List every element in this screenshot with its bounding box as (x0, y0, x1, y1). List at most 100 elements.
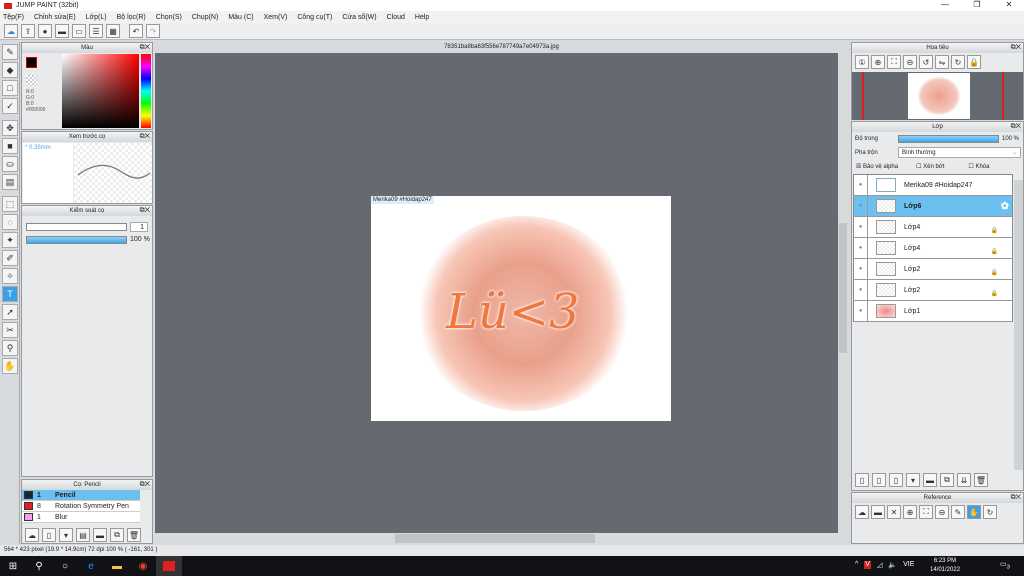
eyedropper-tool-icon[interactable]: ⚲ (2, 340, 18, 356)
new-brush-icon[interactable]: ▯ (42, 528, 56, 542)
protect-alpha-checkbox[interactable]: ☒ Bảo vệ alpha (856, 163, 898, 170)
maximize-button[interactable]: ❐ (962, 0, 992, 9)
rotate-left-icon[interactable]: ↺ (919, 55, 933, 69)
rotate-icon[interactable]: ↻ (983, 505, 997, 519)
merge-layer-icon[interactable]: ⇊ (957, 473, 971, 487)
antivirus-icon[interactable]: V (864, 561, 871, 569)
trash-icon[interactable]: 🗑 (974, 473, 988, 487)
close-icon[interactable]: ⧉✕ (140, 132, 150, 142)
cloud-icon[interactable]: ☁ (4, 24, 18, 38)
undo-icon[interactable]: ↶ (129, 24, 143, 38)
language-indicator[interactable]: VIE (903, 561, 914, 569)
jump-paint-taskbar-icon[interactable] (156, 556, 182, 576)
menu-filter[interactable]: Bộ lọc(R) (117, 14, 146, 21)
comment-icon[interactable]: ● (38, 24, 52, 38)
menu-select[interactable]: Chọn(S) (156, 14, 182, 21)
close-icon[interactable]: ⧉✕ (1011, 122, 1021, 132)
blend-mode-select[interactable]: Bình thường ⌄ (898, 147, 1021, 158)
layer-item[interactable]: ● Lớp1 (854, 301, 1012, 322)
menu-color[interactable]: Màu (C) (228, 14, 253, 21)
text-tool-icon[interactable]: T (2, 286, 18, 302)
clip-checkbox[interactable]: ☐ Xén bớt (916, 163, 944, 170)
bucket-tool-icon[interactable]: ⛀ (2, 156, 18, 172)
close-icon[interactable]: ⧉✕ (1011, 493, 1021, 503)
folder-icon[interactable]: ▬ (93, 528, 107, 542)
list-icon[interactable]: ☰ (89, 24, 103, 38)
layer-item[interactable]: ● Lớp2 🔒 (854, 259, 1012, 280)
brush-item-pencil[interactable]: 1 Pencil (22, 490, 140, 501)
menu-tools[interactable]: Công cụ(T) (297, 14, 332, 21)
vertical-scrollbar[interactable] (838, 53, 848, 533)
menu-help[interactable]: Help (415, 14, 429, 21)
zoom-in-icon[interactable]: ⊕ (871, 55, 885, 69)
magic-wand-tool-icon[interactable]: ✦ (2, 232, 18, 248)
new-layer-1bit-icon[interactable]: ▯ (889, 473, 903, 487)
brush-opacity-slider[interactable] (26, 236, 127, 244)
shape-tool-icon[interactable]: □ (2, 80, 18, 96)
layer-opacity-slider[interactable] (898, 135, 999, 143)
add-layer-menu-icon[interactable]: ▾ (906, 473, 920, 487)
zoom-out-icon[interactable]: ⊖ (903, 55, 917, 69)
zoom-in-icon[interactable]: ⊕ (903, 505, 917, 519)
layer-item[interactable]: ● Lớp4 🔒 (854, 238, 1012, 259)
close-button[interactable]: ✕ (994, 0, 1024, 9)
menu-view[interactable]: Xem(V) (264, 14, 288, 21)
menu-capture[interactable]: Chụp(N) (192, 14, 218, 21)
visibility-icon[interactable]: ● (854, 280, 868, 300)
menu-cloud[interactable]: Cloud (387, 14, 405, 21)
fit-icon[interactable]: ⛶ (887, 55, 901, 69)
close-icon[interactable]: ⧉✕ (140, 43, 150, 53)
correction-tool-icon[interactable]: ✓ (2, 98, 18, 114)
foreground-color-swatch[interactable] (26, 57, 37, 68)
layer-item[interactable]: ● Lớp4 🔒 (854, 217, 1012, 238)
new-layer-icon[interactable]: ▯ (855, 473, 869, 487)
message-icon[interactable]: ▬ (55, 24, 69, 38)
divide-tool-icon[interactable]: ✂ (2, 322, 18, 338)
folder-icon[interactable]: ▬ (923, 473, 937, 487)
brush-item-blur[interactable]: 1 Blur (22, 512, 140, 523)
visibility-icon[interactable]: ● (854, 175, 868, 195)
select-eraser-tool-icon[interactable]: ✧ (2, 268, 18, 284)
visibility-icon[interactable]: ● (854, 259, 868, 279)
network-icon[interactable]: ◿ (877, 561, 882, 569)
close-icon[interactable]: ⧉✕ (140, 206, 150, 216)
close-reference-icon[interactable]: ✕ (887, 505, 901, 519)
cloud-download-icon[interactable]: ☁ (855, 505, 869, 519)
windows-start-icon[interactable]: ⊞ (0, 556, 26, 576)
close-icon[interactable]: ⧉✕ (1011, 43, 1021, 53)
menu-layer[interactable]: Lớp(L) (86, 14, 107, 21)
cloud-download-icon[interactable]: ☁ (25, 528, 39, 542)
visibility-icon[interactable]: ● (854, 301, 868, 321)
add-brush-icon[interactable]: ▾ (59, 528, 73, 542)
trash-icon[interactable]: 🗑 (127, 528, 141, 542)
minimize-button[interactable]: — (930, 0, 960, 9)
lock-checkbox[interactable]: ☐ Khóa (968, 163, 989, 170)
lasso-tool-icon[interactable]: ◌ (2, 214, 18, 230)
gradient-tool-icon[interactable]: ▤ (2, 174, 18, 190)
layer-item[interactable]: ● Lớp6 ✿ (854, 196, 1012, 217)
close-icon[interactable]: ⧉✕ (140, 480, 150, 490)
layer-item[interactable]: ● Merika09 #Hoidap247 (854, 175, 1012, 196)
select-pen-tool-icon[interactable]: ✐ (2, 250, 18, 266)
chevron-up-icon[interactable]: ^ (855, 561, 858, 569)
clock[interactable]: 6:23 PM 14/01/2022 (930, 557, 960, 575)
menu-edit[interactable]: Chỉnh sửa(E) (34, 14, 76, 21)
redo-icon[interactable]: ↷ (146, 24, 160, 38)
zoom-actual-icon[interactable]: ① (855, 55, 869, 69)
open-folder-icon[interactable]: ▬ (871, 505, 885, 519)
horizontal-scrollbar[interactable] (155, 533, 848, 544)
select-tool-icon[interactable]: ⬚ (2, 196, 18, 212)
grid-icon[interactable]: ▦ (106, 24, 120, 38)
hue-slider[interactable] (141, 54, 151, 128)
hand-icon[interactable]: ✋ (967, 505, 981, 519)
chrome-icon[interactable]: ◉ (130, 556, 156, 576)
gear-icon[interactable]: ✿ (1001, 201, 1009, 212)
visibility-icon[interactable]: ● (854, 217, 868, 237)
new-layer-8bit-icon[interactable]: ▯ (872, 473, 886, 487)
hand-tool-icon[interactable]: ✋ (2, 358, 18, 374)
duplicate-layer-icon[interactable]: ⧉ (940, 473, 954, 487)
brush-tool-icon[interactable]: ✎ (2, 44, 18, 60)
page-icon[interactable]: ▭ (72, 24, 86, 38)
brush-size-slider[interactable] (26, 223, 127, 231)
search-icon[interactable]: ⚲ (26, 556, 52, 576)
